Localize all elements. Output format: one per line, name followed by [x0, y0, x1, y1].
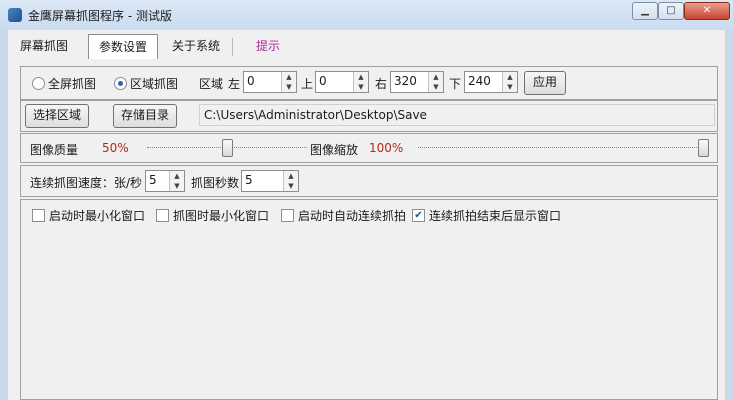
bottom-label: 下	[449, 77, 462, 91]
minimize-button[interactable]: ▁	[632, 2, 658, 20]
save-path-field[interactable]: C:\Users\Administrator\Desktop\Save	[199, 104, 715, 126]
scale-slider-thumb[interactable]	[698, 139, 709, 157]
quality-label: 图像质量	[30, 143, 79, 157]
seconds-value[interactable]: 5	[245, 173, 253, 187]
option-checkbox-1[interactable]	[156, 209, 169, 222]
save-dir-button[interactable]: 存储目录	[113, 104, 177, 128]
left-stepper[interactable]: 0 ▲ ▼	[243, 71, 297, 93]
scale-value: 100%	[369, 141, 404, 155]
window-frame-right	[725, 30, 733, 400]
region-label[interactable]: 区域抓图	[130, 75, 178, 92]
bottom-stepper[interactable]: 240 ▲ ▼	[464, 71, 518, 93]
speed-value[interactable]: 5	[149, 173, 157, 187]
region-radio[interactable]	[114, 77, 127, 90]
scale-slider-track[interactable]	[418, 147, 703, 148]
full-screen-radio[interactable]	[32, 77, 45, 90]
seconds-stepper[interactable]: 5 ▲ ▼	[241, 170, 299, 192]
tab-separator	[232, 38, 233, 56]
left-label: 左	[228, 77, 241, 91]
select-area-button[interactable]: 选择区域	[25, 104, 89, 128]
image-panel: 图像质量 50% 图像缩放 100%	[20, 133, 718, 163]
speed-label: 连续抓图速度：张/秒	[30, 176, 143, 190]
capture-panel: 全屏抓图 区域抓图 区域 左 0 ▲ ▼ 上 0 ▲ ▼ 右 320 ▲ ▼ 下 24…	[20, 66, 718, 100]
client-area: 屏幕抓图 参数设置 关于系统 提示 全屏抓图 区域抓图 区域 左 0 ▲ ▼ 上 …	[8, 30, 725, 400]
title-bar: 金鹰屏幕抓图程序 - 测试版 ▁ □ ✕	[0, 0, 733, 31]
option-label-3[interactable]: 连续抓拍结束后显示窗口	[429, 207, 561, 224]
quality-slider-thumb[interactable]	[222, 139, 233, 157]
tab-settings[interactable]: 参数设置	[88, 34, 158, 59]
right-stepper[interactable]: 320 ▲ ▼	[390, 71, 444, 93]
continuous-panel: 连续抓图速度：张/秒 5 ▲ ▼ 抓图秒数 5 ▲ ▼	[20, 165, 718, 197]
storage-panel: 选择区域 存储目录 C:\Users\Administrator\Desktop…	[20, 100, 718, 132]
tab-about[interactable]: 关于系统	[168, 34, 224, 58]
option-checkbox-3[interactable]: ✔	[412, 209, 425, 222]
tab-hint[interactable]: 提示	[252, 34, 284, 58]
stepper-arrows[interactable]: ▲ ▼	[281, 72, 296, 92]
tab-screen-capture[interactable]: 屏幕抓图	[16, 34, 72, 58]
option-checkbox-0[interactable]	[32, 209, 45, 222]
left-value[interactable]: 0	[247, 74, 255, 88]
full-screen-label[interactable]: 全屏抓图	[48, 75, 96, 92]
option-checkbox-2[interactable]	[281, 209, 294, 222]
area-label: 区域	[199, 77, 224, 91]
app-icon	[8, 8, 22, 22]
option-label-0[interactable]: 启动时最小化窗口	[49, 207, 145, 224]
stepper-arrows[interactable]: ▲ ▼	[169, 171, 184, 191]
maximize-button[interactable]: □	[658, 2, 684, 20]
options-panel: 启动时最小化窗口 抓图时最小化窗口 启动时自动连续抓拍 ✔ 连续抓拍结束后显示窗…	[20, 199, 718, 400]
right-label: 右	[375, 77, 388, 91]
bottom-value[interactable]: 240	[468, 74, 491, 88]
quality-value: 50%	[102, 141, 129, 155]
top-label: 上	[301, 77, 314, 91]
stepper-arrows[interactable]: ▲ ▼	[353, 72, 368, 92]
seconds-label: 抓图秒数	[191, 176, 240, 190]
window-title: 金鹰屏幕抓图程序 - 测试版	[28, 9, 172, 23]
option-label-2[interactable]: 启动时自动连续抓拍	[298, 207, 406, 224]
scale-label: 图像缩放	[310, 143, 359, 157]
window-frame-left	[0, 30, 8, 400]
stepper-arrows[interactable]: ▲ ▼	[502, 72, 517, 92]
option-label-1[interactable]: 抓图时最小化窗口	[173, 207, 269, 224]
right-value[interactable]: 320	[394, 74, 417, 88]
apply-button[interactable]: 应用	[524, 71, 566, 95]
top-value[interactable]: 0	[319, 74, 327, 88]
stepper-arrows[interactable]: ▲ ▼	[428, 72, 443, 92]
stepper-arrows[interactable]: ▲ ▼	[283, 171, 298, 191]
close-button[interactable]: ✕	[684, 2, 730, 20]
top-stepper[interactable]: 0 ▲ ▼	[315, 71, 369, 93]
speed-stepper[interactable]: 5 ▲ ▼	[145, 170, 185, 192]
